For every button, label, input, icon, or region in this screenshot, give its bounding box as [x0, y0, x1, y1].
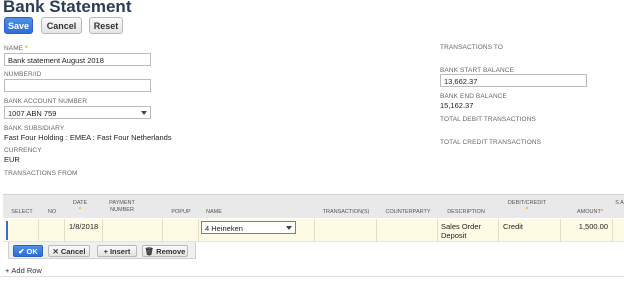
column-header-extra[interactable]: S A — [615, 200, 624, 207]
total-credit-label: TOTAL CREDIT TRANSACTIONS — [440, 139, 542, 146]
amount-cell[interactable]: 1,500.00 — [566, 222, 608, 231]
close-icon: ✕ — [52, 246, 59, 256]
reset-button[interactable]: Reset — [89, 17, 123, 34]
bank-account-label: BANK ACCOUNT NUMBER — [4, 98, 88, 105]
date-cell[interactable]: 1/8/2018 — [69, 222, 98, 231]
row-cancel-label: Cancel — [60, 246, 86, 256]
name-dropdown[interactable]: 4 Heineken — [201, 221, 296, 234]
number-field[interactable] — [4, 79, 151, 92]
currency-value: EUR — [4, 155, 20, 164]
end-balance-label: BANK END BALANCE — [440, 93, 507, 100]
cell-divider — [102, 219, 103, 242]
row-cancel-button[interactable]: ✕ Cancel — [48, 245, 90, 257]
check-icon: ✔ — [18, 246, 25, 256]
bank-account-value: 1007 ABN 759 — [8, 109, 57, 118]
cell-divider — [38, 219, 39, 242]
column-header-debit-credit-text: DEBIT/CREDIT — [507, 200, 547, 206]
description-line-1: Sales Order — [441, 222, 482, 231]
column-header-date-text: DATE — [72, 200, 88, 206]
start-balance-field[interactable]: 13,662.37 — [440, 74, 587, 87]
currency-label: CURRENCY — [4, 147, 42, 154]
cell-divider — [498, 219, 499, 242]
subsidiary-value: Fast Four Holding : EMEA : Fast Four Net… — [4, 133, 172, 142]
insert-label: Insert — [109, 246, 131, 256]
required-marker: * — [25, 45, 28, 52]
divider — [0, 276, 624, 277]
column-header-description[interactable]: DESCRIPTION — [441, 209, 491, 216]
column-header-date[interactable]: DATE * — [68, 200, 92, 214]
column-header-payment-number[interactable]: PAYMENT NUMBER — [106, 200, 138, 214]
column-header-amount-text: AMOUNT — [577, 209, 601, 215]
transactions-from-label: TRANSACTIONS FROM — [4, 170, 78, 177]
remove-button[interactable]: 🗑 Remove — [142, 245, 188, 257]
cell-divider — [198, 219, 199, 242]
required-marker: * — [78, 207, 82, 213]
cell-divider — [612, 219, 613, 242]
debit-credit-cell[interactable]: Credit — [503, 222, 523, 231]
cell-divider — [376, 219, 377, 242]
subsidiary-label: BANK SUBSIDIARY — [4, 125, 65, 132]
total-debit-label: TOTAL DEBIT TRANSACTIONS — [440, 116, 536, 123]
description-cell[interactable]: Sales Order Deposit — [441, 222, 481, 240]
bank-account-select[interactable]: 1007 ABN 759 — [4, 106, 151, 119]
ok-button[interactable]: ✔ OK — [13, 245, 43, 257]
number-label: NUMBER/ID — [4, 71, 42, 78]
column-header-select[interactable]: SELECT — [10, 209, 34, 216]
column-header-no[interactable]: NO — [44, 209, 60, 216]
add-row-label: Add Row — [11, 266, 42, 275]
end-balance-value: 15,162.37 — [440, 101, 474, 110]
cell-divider — [437, 219, 438, 242]
column-header-counterparty[interactable]: COUNTERPARTY — [380, 209, 436, 216]
plus-icon: + — [5, 266, 10, 275]
cell-divider — [64, 219, 65, 242]
page-title: Bank Statement — [3, 0, 132, 16]
cell-divider — [314, 219, 315, 242]
description-line-2: Deposit — [441, 231, 467, 240]
name-label-text: NAME — [4, 45, 24, 52]
column-header-amount[interactable]: AMOUNT* — [568, 209, 612, 216]
add-row-button[interactable]: + Add Row — [5, 266, 42, 275]
trash-icon: 🗑 — [144, 246, 155, 256]
cell-divider — [560, 219, 561, 242]
insert-button[interactable]: + Insert — [97, 245, 137, 257]
save-button[interactable]: Save — [4, 17, 33, 34]
column-header-transactions[interactable]: TRANSACTION(S) — [318, 209, 374, 216]
required-marker: * — [525, 207, 529, 213]
name-dropdown-value: 4 Heineken — [205, 224, 243, 233]
column-header-name[interactable]: NAME — [202, 209, 226, 216]
ok-label: OK — [26, 246, 38, 256]
start-balance-label: BANK START BALANCE — [440, 67, 515, 74]
plus-icon: + — [103, 246, 108, 256]
remove-label: Remove — [156, 246, 186, 256]
required-marker: * — [600, 209, 603, 215]
column-header-debit-credit[interactable]: DEBIT/CREDIT * — [502, 200, 552, 214]
row-selection-marker — [6, 221, 8, 240]
cancel-button[interactable]: Cancel — [41, 17, 82, 34]
chevron-down-icon — [141, 111, 147, 115]
transactions-to-label: TRANSACTIONS TO — [440, 44, 504, 51]
cell-divider — [162, 219, 163, 242]
name-label: NAME * — [4, 45, 28, 52]
chevron-down-icon — [286, 226, 292, 230]
name-field[interactable]: Bank statement August 2018 — [4, 53, 151, 66]
column-header-popup[interactable]: POPUP — [166, 209, 196, 216]
